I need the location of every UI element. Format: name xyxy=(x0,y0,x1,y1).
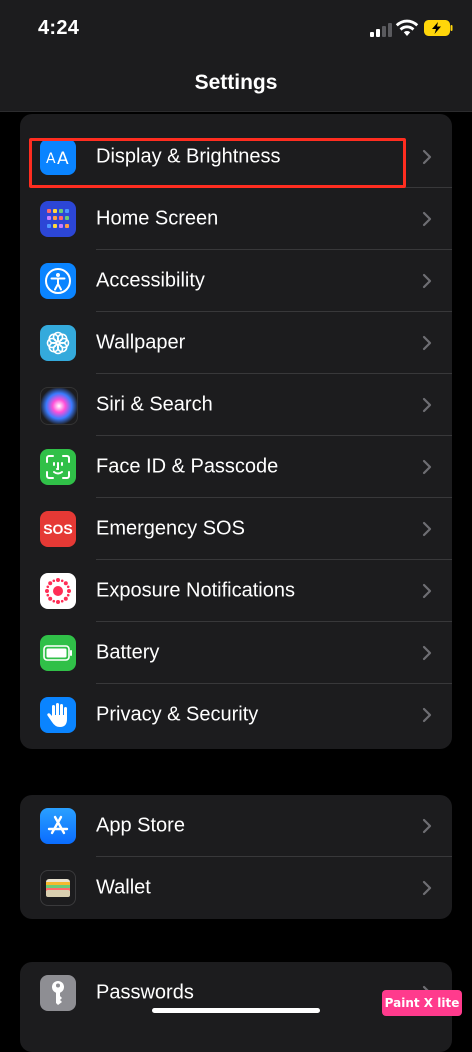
aa-text-icon: AA xyxy=(40,139,76,175)
row-label: Privacy & Security xyxy=(96,703,259,726)
chevron-right-icon xyxy=(422,273,432,289)
row-label: Display & Brightness xyxy=(96,145,281,168)
row-home-screen[interactable]: Home Screen xyxy=(20,188,452,250)
chevron-right-icon xyxy=(422,459,432,475)
exposure-dots-icon xyxy=(40,573,76,609)
row-label: Exposure Notifications xyxy=(96,579,295,602)
svg-text:A: A xyxy=(46,151,56,167)
row-privacy-security[interactable]: Privacy & Security xyxy=(20,684,452,746)
row-face-id-passcode[interactable]: Face ID & Passcode xyxy=(20,436,452,498)
row-battery[interactable]: Battery xyxy=(20,622,452,684)
settings-group-store: App Store Wallet xyxy=(20,795,452,919)
home-indicator xyxy=(152,1008,320,1013)
accessibility-icon xyxy=(40,263,76,299)
flower-icon xyxy=(40,325,76,361)
chevron-right-icon xyxy=(422,397,432,413)
row-siri-search[interactable]: Siri & Search xyxy=(20,374,452,436)
siri-orb-icon xyxy=(40,387,78,425)
wallet-icon xyxy=(40,870,76,906)
page-title: Settings xyxy=(194,71,278,94)
row-emergency-sos[interactable]: SOS Emergency SOS xyxy=(20,498,452,560)
svg-text:A: A xyxy=(57,149,69,167)
battery-icon xyxy=(40,635,76,671)
row-accessibility[interactable]: Accessibility xyxy=(20,250,452,312)
hand-icon xyxy=(40,697,76,733)
row-label: Home Screen xyxy=(96,207,219,230)
row-display-brightness[interactable]: AA Display & Brightness xyxy=(20,126,452,188)
status-time: 4:24 xyxy=(38,17,80,39)
row-label: Siri & Search xyxy=(96,393,213,416)
row-label: Wallet xyxy=(96,876,151,899)
chevron-right-icon xyxy=(422,880,432,896)
sos-icon: SOS xyxy=(40,511,76,547)
wifi-icon xyxy=(395,19,419,36)
row-label: Passwords xyxy=(96,981,194,1004)
row-wallpaper[interactable]: Wallpaper xyxy=(20,312,452,374)
row-label: Emergency SOS xyxy=(96,517,245,540)
chevron-right-icon xyxy=(422,818,432,834)
row-wallet[interactable]: Wallet xyxy=(20,857,452,919)
row-label: App Store xyxy=(96,814,185,837)
chevron-right-icon xyxy=(422,335,432,351)
battery-charging-icon xyxy=(424,20,453,36)
row-partial-top xyxy=(20,114,452,126)
chevron-right-icon xyxy=(422,583,432,599)
chevron-right-icon xyxy=(422,211,432,227)
row-label: Accessibility xyxy=(96,269,205,292)
settings-group-general: AA Display & Brightness Home Screen Acce… xyxy=(20,114,452,749)
app-store-icon xyxy=(40,808,76,844)
chevron-right-icon xyxy=(422,645,432,661)
row-label: Wallpaper xyxy=(96,331,186,354)
row-label: Face ID & Passcode xyxy=(96,455,279,478)
chevron-right-icon xyxy=(422,521,432,537)
key-icon xyxy=(40,975,76,1011)
face-id-icon xyxy=(40,449,76,485)
row-label: Battery xyxy=(96,641,160,664)
chevron-right-icon xyxy=(422,707,432,723)
cellular-signal-icon xyxy=(370,23,392,37)
sos-icon-text: SOS xyxy=(43,521,73,537)
navigation-bar: Settings xyxy=(0,60,472,112)
app-grid-icon xyxy=(40,201,76,237)
watermark-badge: Paint X lite xyxy=(382,990,462,1016)
chevron-right-icon xyxy=(422,149,432,165)
row-exposure-notifications[interactable]: Exposure Notifications xyxy=(20,560,452,622)
row-app-store[interactable]: App Store xyxy=(20,795,452,857)
status-bar: 4:24 xyxy=(0,0,472,60)
